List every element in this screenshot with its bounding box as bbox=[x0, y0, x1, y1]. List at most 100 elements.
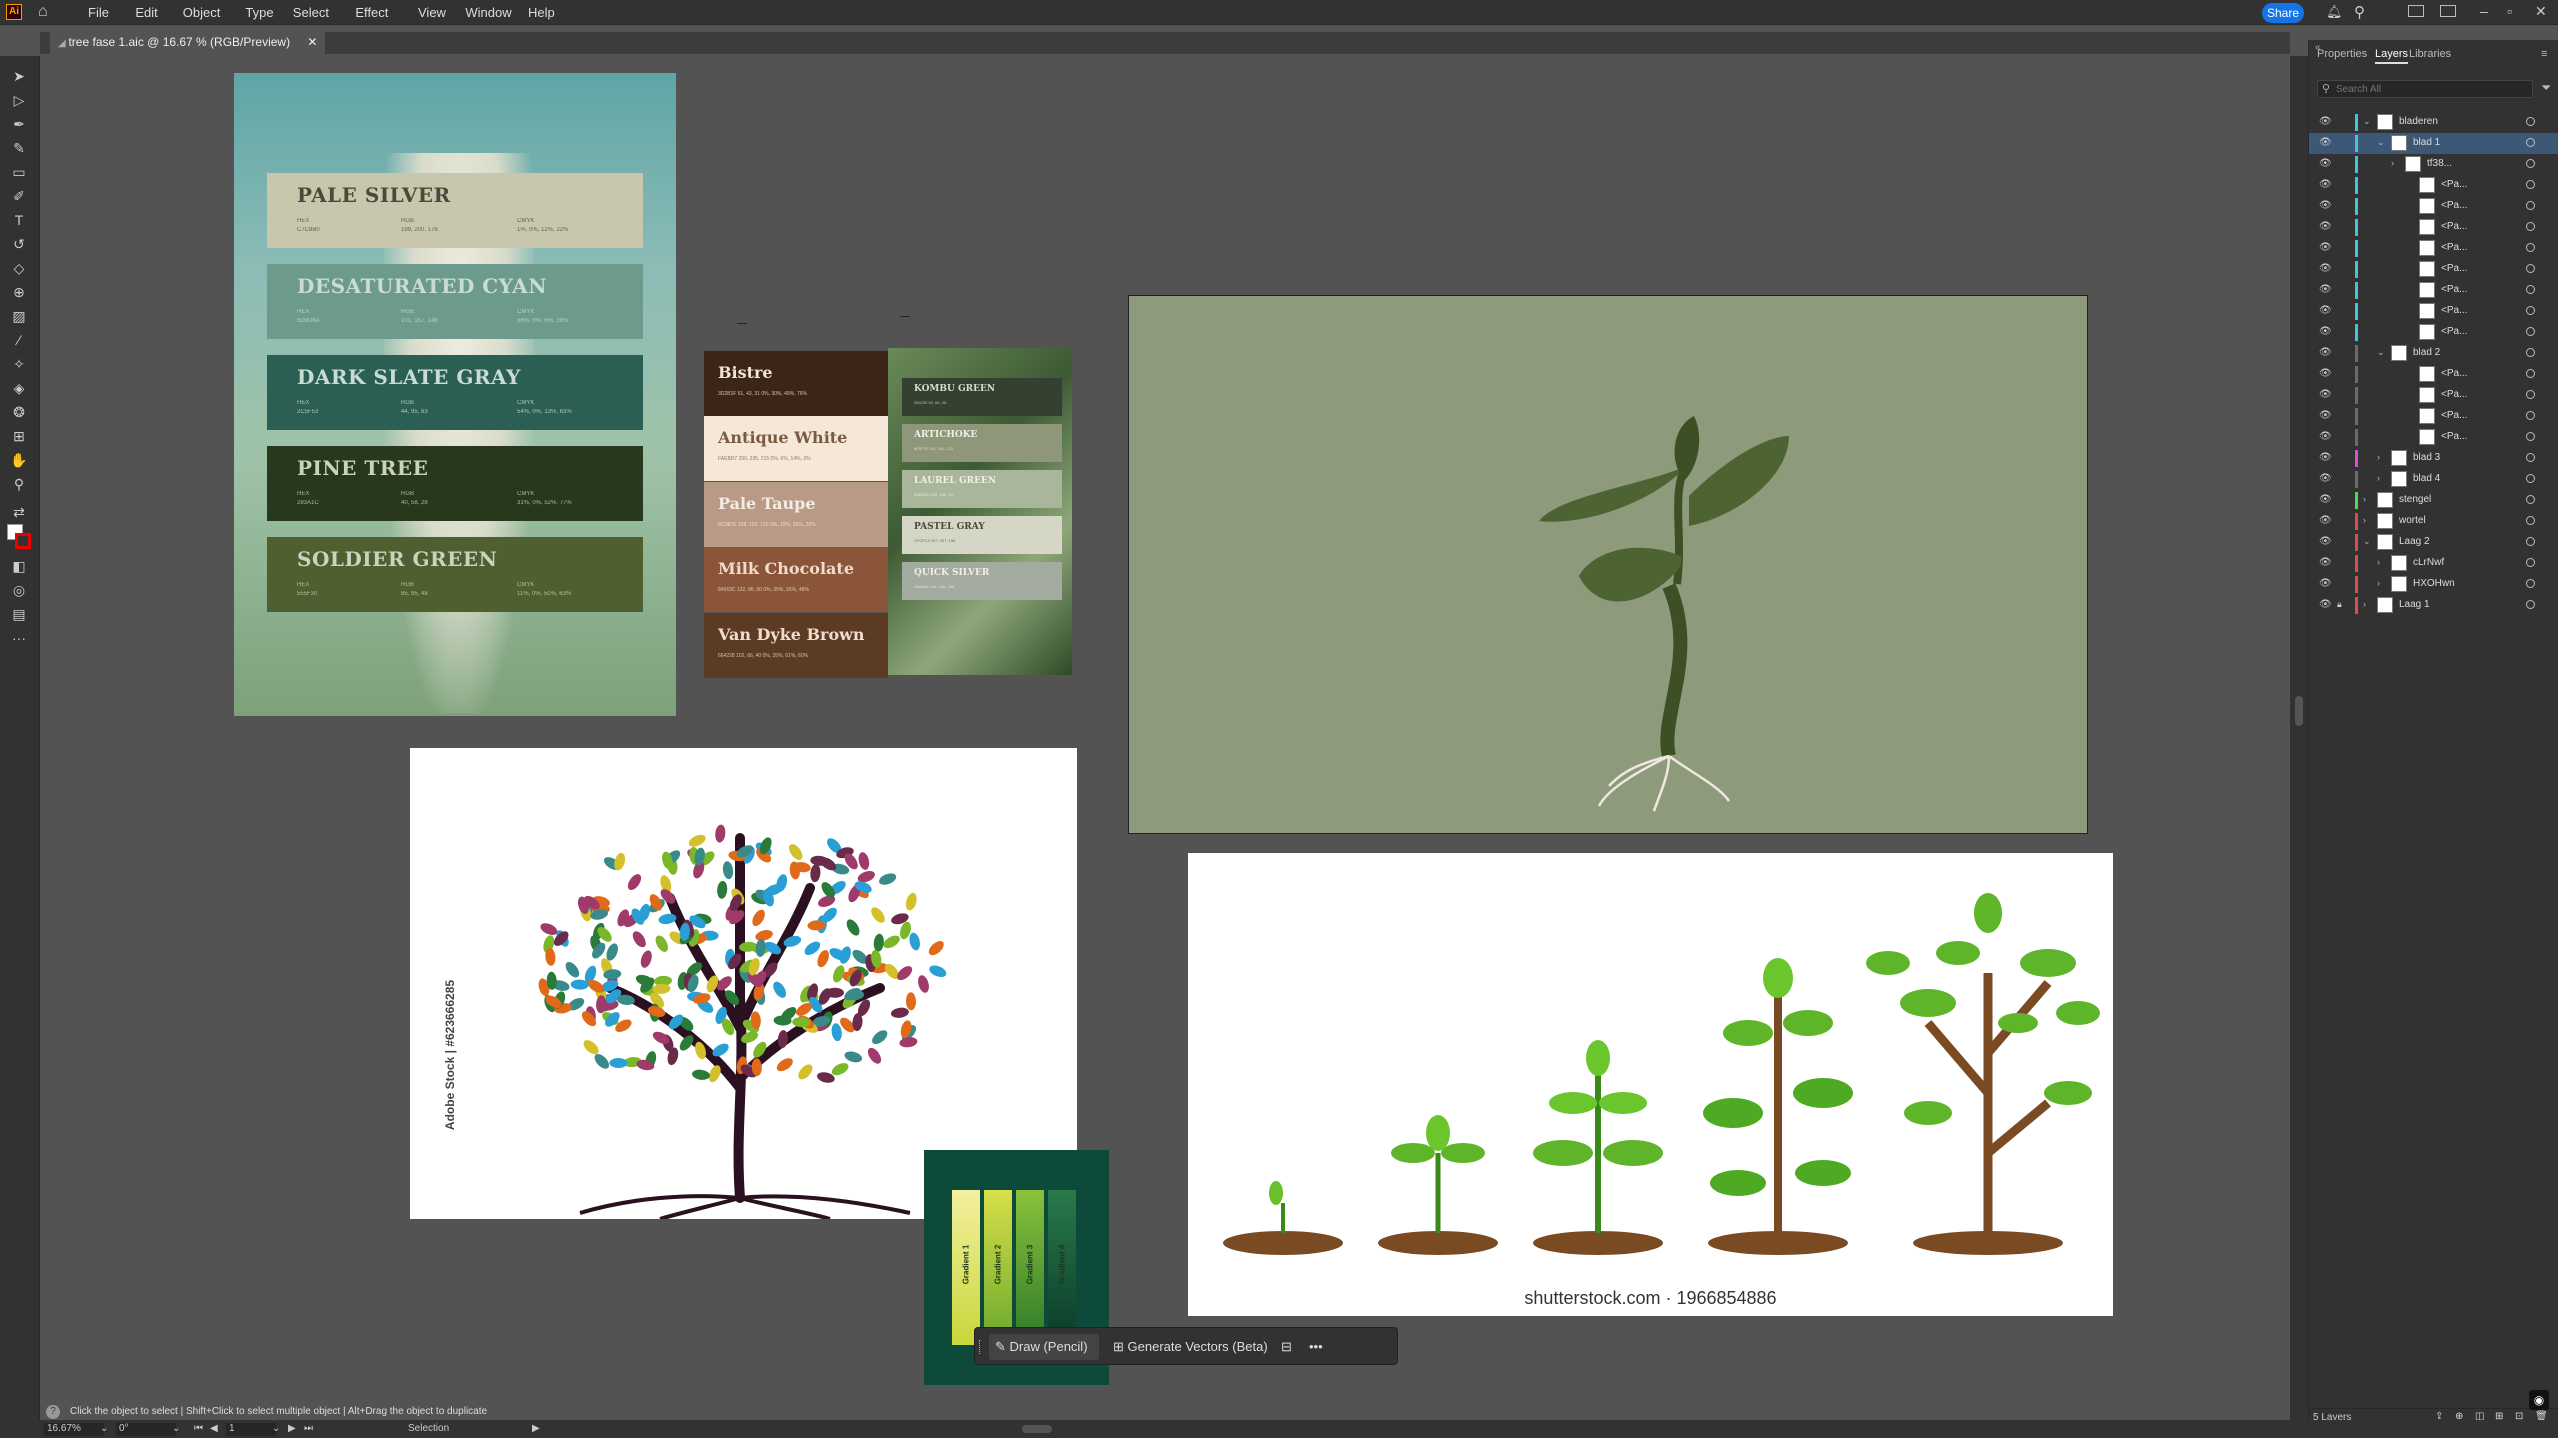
visibility-eye-icon[interactable]: 👁︎ bbox=[2319, 515, 2332, 526]
live-paint-tool-icon[interactable]: ◈ bbox=[8, 378, 30, 398]
menu-type[interactable]: Type bbox=[245, 5, 273, 20]
rotate-tool-icon[interactable]: ↺ bbox=[8, 234, 30, 254]
visibility-eye-icon[interactable]: 👁︎ bbox=[2319, 452, 2332, 463]
last-artboard-icon[interactable]: ⏭ bbox=[304, 1423, 313, 1434]
more-options-button[interactable]: ••• bbox=[1309, 1334, 1331, 1360]
pen-tool-icon[interactable]: ✒ bbox=[8, 114, 30, 134]
layer-row[interactable]: 👁︎ <Pa... bbox=[2309, 259, 2558, 280]
layer-name[interactable]: blad 1 bbox=[2413, 137, 2440, 148]
zoom-level[interactable]: 16.67% bbox=[44, 1423, 104, 1436]
gen-ai-floating-icon[interactable]: ◉ bbox=[2529, 1390, 2549, 1410]
layer-name[interactable]: <Pa... bbox=[2441, 242, 2467, 253]
layer-name[interactable]: <Pa... bbox=[2441, 389, 2467, 400]
target-circle-icon[interactable] bbox=[2526, 348, 2535, 357]
image-options-icon[interactable]: ⊟ bbox=[1281, 1334, 1303, 1360]
layer-row[interactable]: 👁︎ › wortel bbox=[2309, 511, 2558, 532]
layer-row[interactable]: 👁︎ <Pa... bbox=[2309, 175, 2558, 196]
horizontal-scroll-thumb[interactable] bbox=[1022, 1425, 1052, 1433]
visibility-eye-icon[interactable]: 👁︎ bbox=[2319, 284, 2332, 295]
chevron-right-icon[interactable]: › bbox=[2363, 494, 2366, 504]
layer-name[interactable]: blad 3 bbox=[2413, 452, 2440, 463]
target-circle-icon[interactable] bbox=[2526, 138, 2535, 147]
layer-row[interactable]: 👁︎ <Pa... bbox=[2309, 406, 2558, 427]
layer-row[interactable]: 👁︎ <Pa... bbox=[2309, 196, 2558, 217]
visibility-eye-icon[interactable]: 👁︎ bbox=[2319, 179, 2332, 190]
palette-board-cyan[interactable]: PALE SILVER HEX RGB CMYK C7C8B0 199, 200, 176… bbox=[234, 73, 676, 716]
target-circle-icon[interactable] bbox=[2526, 369, 2535, 378]
drag-handle-icon[interactable] bbox=[979, 1340, 982, 1354]
layer-row[interactable]: 👁︎ <Pa... bbox=[2309, 238, 2558, 259]
close-window-icon[interactable]: ✕ bbox=[2535, 3, 2547, 20]
target-circle-icon[interactable] bbox=[2526, 516, 2535, 525]
next-artboard-icon[interactable]: ▶ bbox=[288, 1423, 296, 1434]
color-mode-icon[interactable]: ◧ bbox=[8, 556, 30, 576]
minimize-icon[interactable]: – bbox=[2480, 3, 2488, 19]
target-circle-icon[interactable] bbox=[2526, 159, 2535, 168]
layer-name[interactable]: bladeren bbox=[2399, 116, 2438, 127]
layers-search-input[interactable] bbox=[2336, 82, 2526, 96]
layer-name[interactable]: <Pa... bbox=[2441, 284, 2467, 295]
layer-name[interactable]: Laag 1 bbox=[2399, 599, 2430, 610]
target-circle-icon[interactable] bbox=[2526, 600, 2535, 609]
selection-tool-icon[interactable]: ➤ bbox=[8, 66, 30, 86]
layer-name[interactable]: <Pa... bbox=[2441, 431, 2467, 442]
arrange-documents-icon[interactable] bbox=[2408, 5, 2424, 17]
visibility-eye-icon[interactable]: 👁︎ bbox=[2319, 242, 2332, 253]
layer-row[interactable]: 👁︎ <Pa... bbox=[2309, 280, 2558, 301]
target-circle-icon[interactable] bbox=[2526, 390, 2535, 399]
layer-name[interactable]: <Pa... bbox=[2441, 179, 2467, 190]
target-circle-icon[interactable] bbox=[2526, 327, 2535, 336]
target-circle-icon[interactable] bbox=[2526, 411, 2535, 420]
visibility-eye-icon[interactable]: 👁︎ bbox=[2319, 368, 2332, 379]
layer-name[interactable]: cLrNwf bbox=[2413, 557, 2444, 568]
visibility-eye-icon[interactable]: 👁︎ bbox=[2319, 557, 2332, 568]
maximize-icon[interactable]: ▫ bbox=[2507, 3, 2512, 19]
stroke-swatch[interactable] bbox=[15, 533, 31, 549]
layer-name[interactable]: <Pa... bbox=[2441, 368, 2467, 379]
close-tab-icon[interactable]: ✕ bbox=[307, 35, 317, 49]
swap-fill-stroke-icon[interactable]: ⇄ bbox=[8, 502, 30, 522]
visibility-eye-icon[interactable]: 👁︎ bbox=[2319, 158, 2332, 169]
target-circle-icon[interactable] bbox=[2526, 579, 2535, 588]
target-circle-icon[interactable] bbox=[2526, 243, 2535, 252]
layer-name[interactable]: blad 4 bbox=[2413, 473, 2440, 484]
vertical-scroll-thumb[interactable] bbox=[2295, 696, 2303, 726]
paintbrush-tool-icon[interactable]: ✐ bbox=[8, 186, 30, 206]
visibility-eye-icon[interactable]: 👁︎ bbox=[2319, 599, 2332, 610]
layer-name[interactable]: HXOHwn bbox=[2413, 578, 2455, 589]
eyedropper-tool-icon[interactable]: ⁄ bbox=[8, 330, 30, 350]
layer-name[interactable]: tf38... bbox=[2427, 158, 2452, 169]
filter-icon[interactable]: ⏷ bbox=[2541, 80, 2551, 96]
visibility-eye-icon[interactable]: 👁︎ bbox=[2319, 389, 2332, 400]
menu-window[interactable]: Window bbox=[465, 5, 511, 20]
artboard-dropdown-icon[interactable]: ⌄ bbox=[272, 1423, 280, 1434]
layer-row[interactable]: 👁︎ <Pa... bbox=[2309, 217, 2558, 238]
tab-properties[interactable]: Properties bbox=[2317, 48, 2367, 60]
notification-bell-icon[interactable]: 🔔︎ bbox=[2326, 4, 2343, 20]
gradient-tool-icon[interactable]: ▨ bbox=[8, 306, 30, 326]
chevron-down-icon[interactable]: ⌄ bbox=[2363, 536, 2371, 547]
menu-edit[interactable]: Edit bbox=[135, 5, 157, 20]
layer-row[interactable]: 👁︎ › tf38... bbox=[2309, 154, 2558, 175]
layer-row[interactable]: 👁︎ ⌄ blad 2 bbox=[2309, 343, 2558, 364]
artboard-tool-icon[interactable]: ⊞ bbox=[8, 426, 30, 446]
chevron-right-icon[interactable]: › bbox=[2363, 599, 2366, 609]
layer-name[interactable]: <Pa... bbox=[2441, 410, 2467, 421]
layer-name[interactable]: <Pa... bbox=[2441, 200, 2467, 211]
eraser-tool-icon[interactable]: ◇ bbox=[8, 258, 30, 278]
growth-stages-artboard[interactable]: shutterstock.com · 1966854886 bbox=[1188, 853, 2113, 1316]
layer-row[interactable]: 👁︎ › stengel bbox=[2309, 490, 2558, 511]
layer-row[interactable]: 👁︎ › blad 4 bbox=[2309, 469, 2558, 490]
target-circle-icon[interactable] bbox=[2526, 474, 2535, 483]
visibility-eye-icon[interactable]: 👁︎ bbox=[2319, 137, 2332, 148]
share-button[interactable]: Share bbox=[2262, 3, 2304, 23]
target-circle-icon[interactable] bbox=[2526, 537, 2535, 546]
target-circle-icon[interactable] bbox=[2526, 432, 2535, 441]
layer-name[interactable]: <Pa... bbox=[2441, 221, 2467, 232]
visibility-eye-icon[interactable]: 👁︎ bbox=[2319, 410, 2332, 421]
target-circle-icon[interactable] bbox=[2526, 264, 2535, 273]
visibility-eye-icon[interactable]: 👁︎ bbox=[2319, 431, 2332, 442]
screen-mode-icon[interactable]: ▤ bbox=[8, 604, 30, 624]
layer-row[interactable]: 👁︎ › cLrNwf bbox=[2309, 553, 2558, 574]
more-tools-icon[interactable]: ··· bbox=[8, 628, 30, 648]
